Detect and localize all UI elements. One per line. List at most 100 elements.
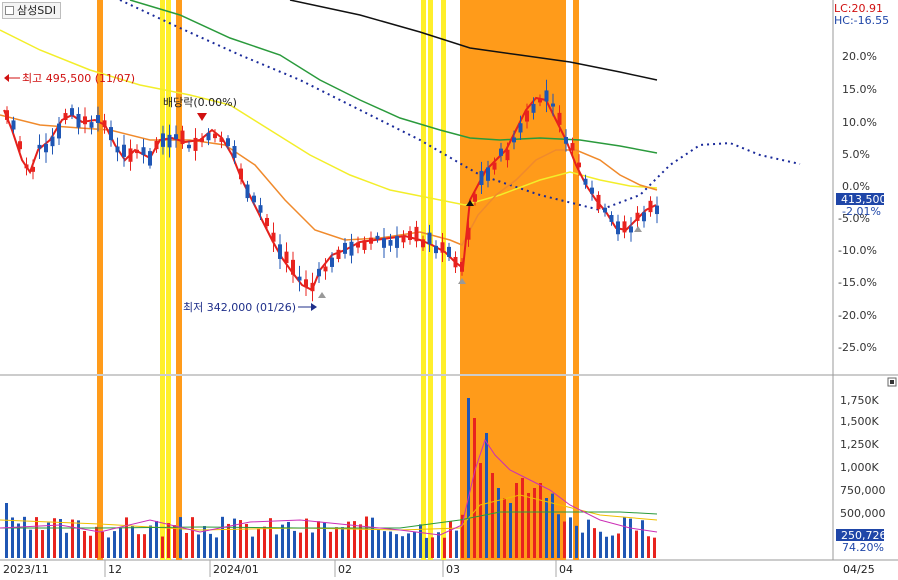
candlestick bbox=[193, 137, 198, 151]
candlestick bbox=[310, 282, 315, 292]
volume-bar bbox=[395, 534, 398, 558]
candlestick bbox=[479, 170, 484, 185]
volume-bar bbox=[623, 517, 626, 558]
volume-bar bbox=[143, 534, 146, 558]
axis-label: 0.0% bbox=[842, 180, 870, 193]
volume-bar bbox=[605, 536, 608, 558]
candlestick bbox=[622, 221, 627, 233]
volume-bar bbox=[491, 473, 494, 558]
candlestick bbox=[109, 127, 113, 141]
candlestick bbox=[616, 221, 620, 235]
svg-text:배당락(0.00%): 배당락(0.00%) bbox=[163, 96, 237, 109]
axis-label: 1,000K bbox=[840, 461, 879, 474]
volume-bar bbox=[23, 516, 26, 558]
volume-bar bbox=[161, 536, 164, 558]
candlestick bbox=[499, 148, 503, 156]
volume-bar bbox=[185, 532, 188, 558]
volume-bar bbox=[389, 531, 392, 558]
candlestick bbox=[232, 146, 237, 158]
candlestick bbox=[291, 259, 295, 275]
date-label: 03 bbox=[446, 563, 460, 576]
candlestick bbox=[531, 103, 536, 113]
candlestick bbox=[583, 178, 588, 185]
candlestick bbox=[577, 162, 581, 168]
candlestick bbox=[44, 143, 48, 153]
highlight-band bbox=[573, 0, 579, 374]
highlight-band bbox=[421, 0, 426, 374]
candlestick bbox=[642, 212, 646, 222]
candlestick bbox=[317, 268, 321, 277]
date-axis: 2023/11 12 2024/01 02 03 04 04/25 bbox=[3, 560, 875, 577]
volume-bar bbox=[587, 519, 590, 558]
volume-bar bbox=[473, 418, 476, 558]
svg-text:최저 342,000 (01/26): 최저 342,000 (01/26) bbox=[183, 301, 296, 314]
volume-bar bbox=[341, 527, 344, 558]
symbol-title[interactable]: 삼성SDI bbox=[2, 2, 61, 19]
price-panel[interactable] bbox=[0, 0, 833, 374]
stock-chart[interactable]: 20.0% 15.0% 10.0% 5.0% 0.0% -5.0% -10.0%… bbox=[0, 0, 898, 580]
candlestick bbox=[460, 261, 464, 272]
candlestick bbox=[174, 134, 178, 140]
volume-bar bbox=[401, 536, 404, 558]
highlight-band bbox=[97, 0, 103, 374]
candlestick bbox=[369, 237, 373, 244]
axis-label: 1,500K bbox=[840, 415, 879, 428]
volume-bar bbox=[563, 521, 566, 558]
candlestick bbox=[206, 132, 211, 141]
candlestick bbox=[408, 231, 412, 240]
candlestick bbox=[239, 168, 243, 180]
volume-bar bbox=[209, 533, 212, 558]
volume-bar bbox=[599, 531, 602, 558]
volume-bar bbox=[35, 517, 38, 558]
volume-bar bbox=[5, 503, 8, 558]
candlestick bbox=[486, 167, 490, 181]
volume-bar bbox=[443, 537, 446, 558]
svg-text:최고 495,500 (11/07): 최고 495,500 (11/07) bbox=[22, 72, 135, 85]
volume-bar bbox=[425, 537, 428, 558]
candlestick bbox=[258, 205, 263, 213]
candlestick bbox=[57, 123, 61, 139]
volume-bar bbox=[335, 527, 338, 558]
date-label: 02 bbox=[338, 563, 352, 576]
axis-label: 1,750K bbox=[840, 394, 879, 407]
volume-bar bbox=[191, 517, 194, 558]
candlestick bbox=[414, 226, 419, 242]
volume-bar bbox=[371, 517, 374, 558]
axis-label: 10.0% bbox=[842, 116, 877, 129]
volume-bar bbox=[269, 518, 272, 558]
candlestick bbox=[356, 242, 360, 248]
candlestick bbox=[304, 279, 308, 288]
volume-bar bbox=[455, 530, 458, 558]
candlestick bbox=[271, 232, 276, 242]
candlestick bbox=[115, 146, 120, 153]
axis-label: -25.0% bbox=[838, 341, 877, 354]
candlestick bbox=[102, 120, 107, 128]
volume-bar bbox=[275, 534, 278, 558]
candlestick bbox=[50, 136, 55, 147]
date-label: 2023/11 bbox=[3, 563, 49, 576]
candlestick bbox=[76, 113, 81, 128]
volume-bar bbox=[197, 534, 200, 558]
volume-bar bbox=[107, 537, 110, 558]
volume-bar bbox=[593, 528, 596, 558]
candlestick bbox=[466, 227, 471, 240]
candlestick bbox=[200, 138, 204, 142]
volume-bar bbox=[437, 532, 440, 558]
checkbox-icon[interactable] bbox=[5, 6, 14, 15]
volume-bar bbox=[119, 528, 122, 558]
candlestick bbox=[219, 137, 224, 142]
volume-bar bbox=[41, 530, 44, 558]
volume-bar bbox=[467, 398, 470, 558]
candlestick bbox=[63, 113, 68, 121]
candlestick bbox=[440, 242, 445, 253]
volume-bar bbox=[65, 532, 68, 558]
candlestick bbox=[492, 162, 497, 170]
volume-bar bbox=[149, 525, 152, 558]
highlight-band bbox=[428, 376, 433, 560]
volume-bar bbox=[125, 517, 128, 558]
price-pct-value: -2.01% bbox=[842, 205, 881, 218]
volume-bar bbox=[305, 518, 308, 558]
volume-bar bbox=[137, 534, 140, 558]
volume-bar bbox=[641, 520, 644, 558]
candlestick bbox=[473, 194, 477, 202]
